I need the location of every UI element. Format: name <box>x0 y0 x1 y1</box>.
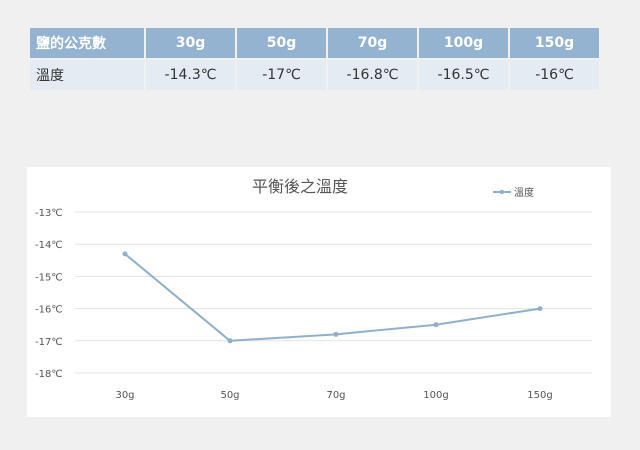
row-label: 溫度 <box>30 60 144 90</box>
table-row: 溫度 -14.3℃ -17℃ -16.8℃ -16.5℃ -16℃ <box>30 60 599 90</box>
y-tick-label: -14℃ <box>35 240 63 251</box>
y-tick-label: -13℃ <box>35 208 63 219</box>
column-header: 70g <box>328 28 417 58</box>
column-header: 30g <box>146 28 235 58</box>
data-point <box>433 322 439 328</box>
grid-lines <box>75 211 592 374</box>
data-point <box>122 251 128 257</box>
x-tick-label: 70g <box>326 390 345 401</box>
data-point <box>333 331 339 337</box>
chart-panel: 平衡後之溫度 溫度 -13℃ -14℃ -15℃ -16℃ -17℃ -18℃ 30g 50… <box>27 167 611 417</box>
column-header: 100g <box>419 28 508 58</box>
x-tick-label: 30g <box>115 390 134 401</box>
table-cell: -16℃ <box>510 60 599 90</box>
x-tick-label: 150g <box>527 390 552 401</box>
y-tick-label: -15℃ <box>35 272 63 283</box>
y-tick-label: -17℃ <box>35 337 63 348</box>
chart-title: 平衡後之溫度 <box>252 177 348 196</box>
x-tick-label: 50g <box>220 390 239 401</box>
data-point <box>537 306 543 312</box>
series-group <box>122 251 543 344</box>
series-line <box>124 253 541 342</box>
table-cell: -16.5℃ <box>419 60 508 90</box>
y-tick-label: -18℃ <box>35 369 63 380</box>
table-cell: -17℃ <box>237 60 326 90</box>
data-table: 鹽的公克數 30g 50g 70g 100g 150g 溫度 -14.3℃ -1… <box>28 26 601 92</box>
table-cell: -16.8℃ <box>328 60 417 90</box>
legend: 溫度 <box>493 186 534 199</box>
table-header-row: 鹽的公克數 30g 50g 70g 100g 150g <box>30 28 599 58</box>
y-tick-label: -16℃ <box>35 305 63 316</box>
column-header: 50g <box>237 28 326 58</box>
table-cell: -14.3℃ <box>146 60 235 90</box>
legend-marker <box>499 189 505 195</box>
legend-label: 溫度 <box>514 186 534 199</box>
column-header: 150g <box>510 28 599 58</box>
line-chart: 平衡後之溫度 溫度 -13℃ -14℃ -15℃ -16℃ -17℃ -18℃ 30g 50… <box>35 177 592 401</box>
x-axis: 30g 50g 70g 100g 150g <box>115 390 552 401</box>
y-axis: -13℃ -14℃ -15℃ -16℃ -17℃ -18℃ <box>35 208 63 380</box>
header-label: 鹽的公克數 <box>30 28 144 58</box>
data-point <box>227 338 233 344</box>
x-tick-label: 100g <box>423 390 448 401</box>
